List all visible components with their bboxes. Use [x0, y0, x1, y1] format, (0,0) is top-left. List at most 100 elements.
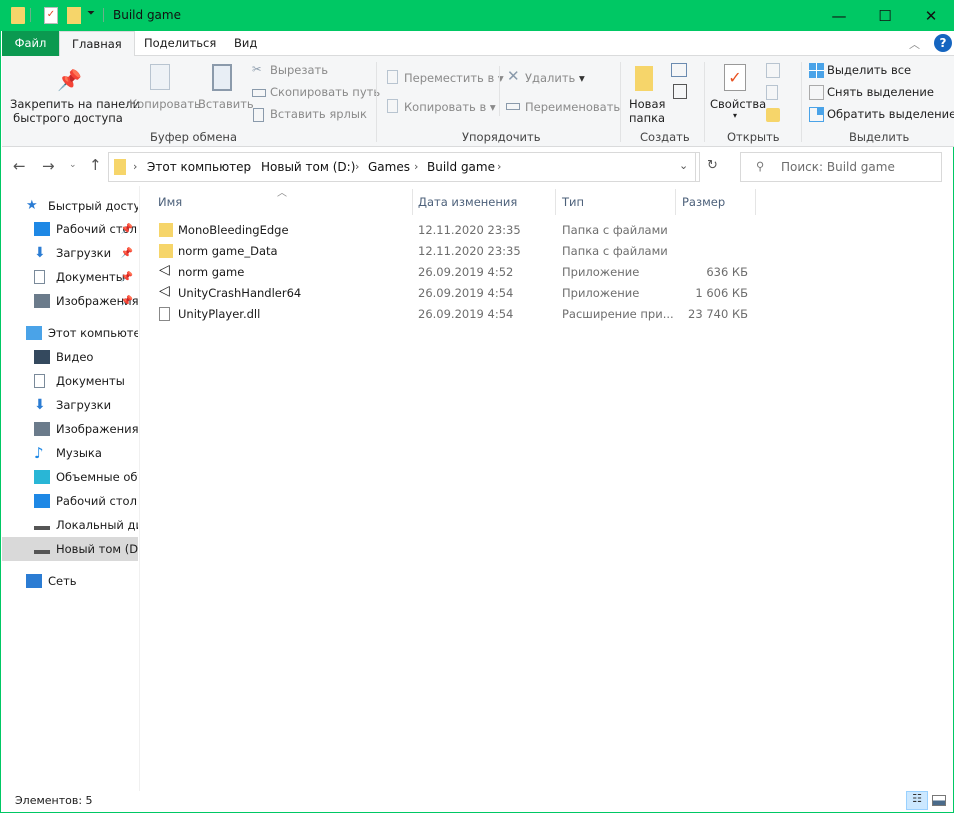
nav-item[interactable]: Документы 📌	[2, 265, 138, 289]
file-type: Расширение при...	[562, 307, 674, 321]
nav-item-label: Изображения	[56, 422, 138, 436]
move-to-button[interactable]: Переместить в ▾	[404, 71, 504, 85]
nav-item[interactable]: Изображения	[2, 417, 138, 441]
copy-path-button[interactable]: Скопировать путь	[270, 85, 380, 99]
paste-button[interactable]: Вставить	[198, 97, 254, 111]
nav-item-label: Загрузки	[56, 398, 112, 412]
recent-locations-button[interactable]: ⌄	[69, 160, 77, 170]
tab-view[interactable]: Вид	[222, 31, 269, 56]
new-folder-button[interactable]: Новая папка	[629, 97, 665, 125]
rename-button[interactable]: Переименовать	[525, 100, 620, 114]
refresh-button[interactable]: ↻	[707, 158, 718, 173]
pin-icon: 📌	[120, 223, 133, 235]
easy-access-icon[interactable]	[673, 84, 687, 99]
column-header-date[interactable]: Дата изменения	[418, 195, 517, 221]
file-date: 26.09.2019 4:52	[418, 265, 514, 279]
properties-button[interactable]: Свойства ▾	[710, 97, 766, 120]
copy-button[interactable]: Копировать	[129, 97, 201, 111]
file-size: 1 606 КБ	[695, 286, 748, 300]
nav-item-label: Документы	[56, 270, 125, 284]
address-dropdown-button[interactable]: ⌄	[679, 159, 688, 172]
select-none-button[interactable]: Снять выделение	[827, 85, 934, 99]
minimize-button[interactable]: —	[816, 0, 862, 31]
pin-quick-access-button[interactable]: Закрепить на панели быстрого доступа	[10, 97, 140, 125]
details-view-button[interactable]: ☷	[906, 791, 928, 810]
nav-item[interactable]: Видео	[2, 345, 138, 369]
collapse-ribbon-icon[interactable]: ︿	[909, 36, 920, 52]
tab-share[interactable]: Поделиться	[132, 31, 228, 56]
search-input[interactable]: Поиск: Build game	[781, 160, 895, 174]
new-folder-quick-icon[interactable]	[67, 7, 81, 24]
nav-item[interactable]: Изображения 📌	[2, 289, 138, 313]
nav-item-label: Загрузки	[56, 246, 112, 260]
tab-home[interactable]: Главная	[59, 31, 135, 57]
maximize-button[interactable]: ☐	[862, 0, 908, 31]
column-header-size[interactable]: Размер	[682, 195, 725, 221]
nav-item[interactable]: ★ Быстрый доступ	[2, 194, 138, 218]
copy-to-button[interactable]: Копировать в ▾	[404, 100, 496, 114]
up-button[interactable]: ↑	[89, 156, 102, 174]
nav-item[interactable]: ⬇ Загрузки 📌	[2, 241, 138, 265]
nav-item[interactable]: Сеть	[2, 569, 138, 593]
copy-icon	[150, 64, 170, 90]
address-bar[interactable]: › Этот компьютер › Новый том (D:) › Game…	[108, 152, 718, 182]
desktop-icon	[34, 222, 50, 236]
help-icon[interactable]: ?	[934, 34, 952, 52]
document-icon	[34, 374, 45, 388]
breadcrumb-drive-d[interactable]: Новый том (D:)	[261, 160, 355, 174]
file-row[interactable]: ◁ norm game 26.09.2019 4:52 Приложение 636 К…	[141, 262, 761, 283]
title-bar: ✓ ⏷ Build game — ☐ ✕	[1, 0, 954, 31]
new-item-icon[interactable]	[671, 63, 687, 77]
tab-file[interactable]: Файл	[2, 31, 59, 56]
nav-item-label: Видео	[56, 350, 94, 364]
history-icon[interactable]	[766, 108, 780, 122]
breadcrumb-this-pc[interactable]: Этот компьютер	[147, 160, 251, 174]
star-icon: ★	[26, 198, 38, 213]
nav-item[interactable]: ♪ Музыка	[2, 441, 138, 465]
file-row[interactable]: UnityPlayer.dll 26.09.2019 4:54 Расширение…	[141, 304, 761, 325]
customize-quick-access-icon[interactable]: ⏷	[87, 8, 95, 19]
file-row[interactable]: ◁ UnityCrashHandler64 26.09.2019 4:54 Прило…	[141, 283, 761, 304]
column-header-name[interactable]: Имя	[158, 195, 182, 221]
forward-button[interactable]: →	[42, 157, 55, 175]
close-button[interactable]: ✕	[908, 0, 954, 31]
nav-item-label: Объемные объекты	[56, 470, 138, 484]
nav-item[interactable]: Этот компьютер	[2, 321, 138, 345]
back-button[interactable]: ←	[13, 157, 26, 175]
group-label-new: Создать	[640, 130, 690, 144]
breadcrumb-build-game[interactable]: Build game	[427, 160, 495, 174]
nav-item[interactable]: Рабочий стол	[2, 489, 138, 513]
properties-quick-icon[interactable]: ✓	[44, 7, 58, 24]
invert-selection-button[interactable]: Обратить выделение	[827, 107, 954, 121]
invert-selection-icon	[809, 107, 824, 122]
file-name: norm game_Data	[178, 244, 278, 258]
cut-button[interactable]: Вырезать	[270, 63, 328, 77]
file-name: MonoBleedingEdge	[178, 223, 289, 237]
nav-item[interactable]: Объемные объекты	[2, 465, 138, 489]
drive-icon	[34, 518, 50, 532]
window-title: Build game	[113, 8, 181, 22]
delete-button[interactable]: Удалить ▾	[525, 71, 585, 85]
nav-item[interactable]: Новый том (D:)	[2, 537, 138, 561]
file-date: 12.11.2020 23:35	[418, 223, 521, 237]
music-icon: ♪	[34, 444, 44, 462]
sort-ascending-icon: ︿	[277, 188, 287, 199]
column-header-type[interactable]: Тип	[562, 195, 584, 221]
nav-item[interactable]: ⬇ Загрузки	[2, 393, 138, 417]
file-date: 26.09.2019 4:54	[418, 307, 514, 321]
open-icon[interactable]	[766, 63, 780, 78]
edit-icon[interactable]	[766, 85, 778, 100]
search-box[interactable]: ⚲ Поиск: Build game	[740, 152, 942, 182]
large-icons-view-button[interactable]	[932, 795, 946, 806]
paste-shortcut-button[interactable]: Вставить ярлык	[270, 107, 367, 121]
nav-item[interactable]: Локальный диск (C:)	[2, 513, 138, 537]
unity-icon: ◁	[159, 262, 170, 278]
nav-item[interactable]: Рабочий стол 📌	[2, 217, 138, 241]
nav-item-label: Музыка	[56, 446, 102, 460]
select-all-button[interactable]: Выделить все	[827, 63, 911, 77]
breadcrumb-games[interactable]: Games	[368, 160, 410, 174]
file-row[interactable]: norm game_Data 12.11.2020 23:35 Папка с фа…	[141, 241, 761, 262]
nav-item[interactable]: Документы	[2, 369, 138, 393]
file-row[interactable]: MonoBleedingEdge 12.11.2020 23:35 Папка с …	[141, 220, 761, 241]
ribbon-tabs: Файл Главная Поделиться Вид ︿ ?	[2, 31, 954, 57]
